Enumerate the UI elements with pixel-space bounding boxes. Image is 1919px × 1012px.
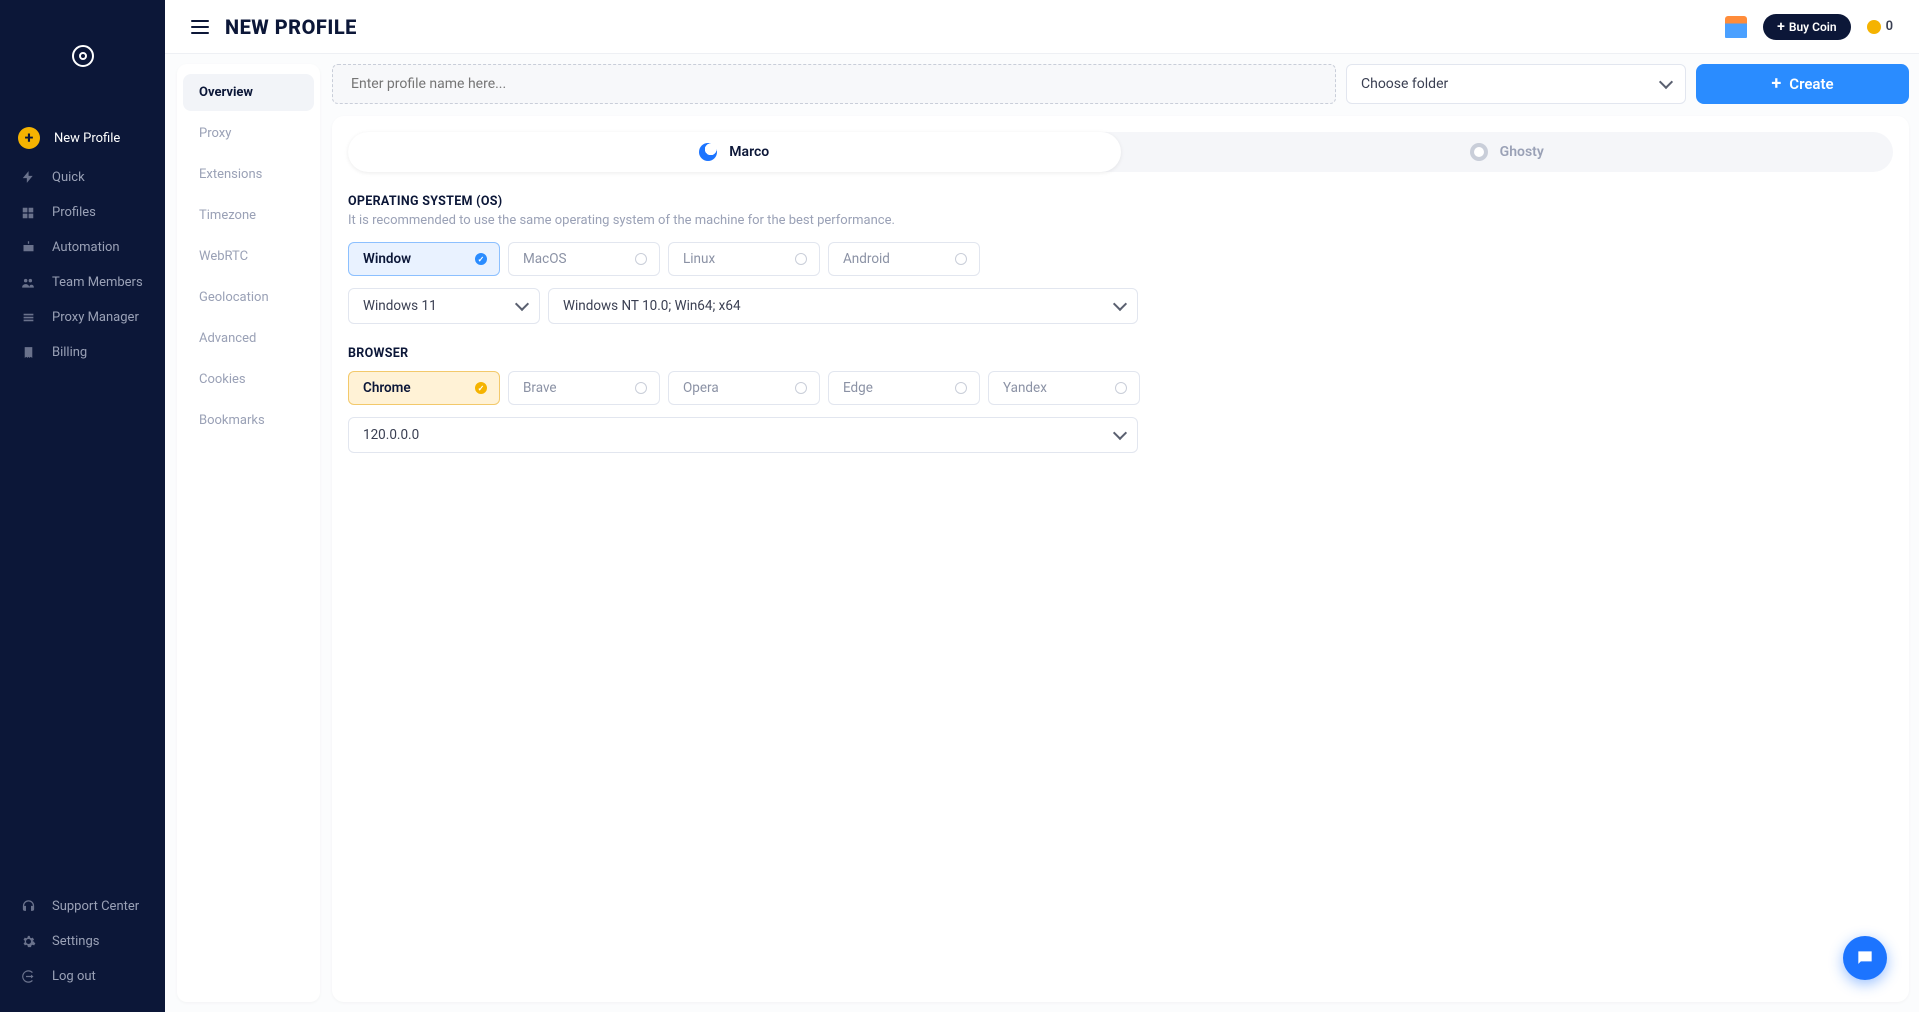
marco-icon	[699, 143, 717, 161]
nav-label: Team Members	[52, 275, 143, 290]
browser-section-title: BROWSER	[348, 346, 1893, 361]
shop-icon[interactable]	[1725, 16, 1747, 38]
core-tab-marco[interactable]: Marco	[348, 132, 1121, 172]
nav-quick[interactable]: Quick	[0, 159, 165, 195]
subnav-webrtc[interactable]: WebRTC	[183, 238, 314, 275]
browser-option-opera[interactable]: Opera	[668, 371, 820, 405]
nav-label: Log out	[52, 969, 96, 984]
browser-options: Chrome Brave Opera Edge Yandex	[348, 371, 1893, 405]
os-option-linux[interactable]: Linux	[668, 242, 820, 276]
subnav-cookies[interactable]: Cookies	[183, 361, 314, 398]
coin-count: 0	[1886, 19, 1893, 34]
create-button[interactable]: + Create	[1696, 64, 1909, 104]
chevron-down-icon	[1113, 426, 1127, 440]
os-version-value: Windows 11	[363, 298, 437, 314]
radio-icon	[635, 253, 647, 265]
nav-label: Billing	[52, 345, 87, 360]
browser-option-edge[interactable]: Edge	[828, 371, 980, 405]
chevron-down-icon	[1659, 75, 1673, 89]
nav-label: Support Center	[52, 899, 139, 914]
nav-new-profile[interactable]: + New Profile	[0, 117, 165, 159]
folder-select[interactable]: Choose folder	[1346, 64, 1686, 104]
user-agent-select[interactable]: Windows NT 10.0; Win64; x64	[548, 288, 1138, 324]
os-option-macos[interactable]: MacOS	[508, 242, 660, 276]
os-options: Window MacOS Linux Android	[348, 242, 1893, 276]
headset-icon	[18, 899, 38, 914]
plus-circle-icon: +	[18, 127, 40, 149]
create-button-label: Create	[1789, 75, 1833, 93]
radio-icon	[795, 253, 807, 265]
radio-icon	[955, 382, 967, 394]
core-tabs: Marco Ghosty	[348, 132, 1893, 172]
avatar[interactable]	[72, 45, 94, 67]
browser-option-brave[interactable]: Brave	[508, 371, 660, 405]
topbar: NEW PROFILE + Buy Coin 0	[165, 0, 1919, 54]
subnav-proxy[interactable]: Proxy	[183, 115, 314, 152]
nav-label: Settings	[52, 934, 99, 949]
bolt-icon	[18, 169, 38, 185]
chevron-down-icon	[515, 297, 529, 311]
core-tab-label: Marco	[729, 144, 769, 160]
os-option-android[interactable]: Android	[828, 242, 980, 276]
sidebar: + New Profile Quick Profiles Automation …	[0, 0, 165, 1012]
buy-coin-label: Buy Coin	[1789, 20, 1837, 34]
grid-icon	[18, 206, 38, 220]
receipt-icon	[18, 345, 38, 360]
radio-icon	[635, 382, 647, 394]
nav-proxy-manager[interactable]: Proxy Manager	[0, 300, 165, 335]
radio-selected-icon	[475, 253, 487, 265]
nav-label: New Profile	[54, 131, 120, 146]
os-section-hint: It is recommended to use the same operat…	[348, 213, 1893, 228]
nav-label: Profiles	[52, 205, 96, 220]
browser-version-value: 120.0.0.0	[363, 427, 419, 443]
subnav-advanced[interactable]: Advanced	[183, 320, 314, 357]
robot-icon	[18, 240, 38, 255]
subnav-timezone[interactable]: Timezone	[183, 197, 314, 234]
nav-label: Automation	[52, 240, 120, 255]
chevron-down-icon	[1113, 297, 1127, 311]
gear-icon	[18, 934, 38, 949]
os-version-select[interactable]: Windows 11	[348, 288, 540, 324]
nav-billing[interactable]: Billing	[0, 335, 165, 370]
coin-icon	[1867, 20, 1881, 34]
nav-label: Quick	[52, 170, 85, 185]
user-agent-value: Windows NT 10.0; Win64; x64	[563, 298, 741, 314]
logout-icon	[18, 969, 38, 984]
browser-version-select[interactable]: 120.0.0.0	[348, 417, 1138, 453]
list-icon	[18, 311, 38, 324]
os-option-window[interactable]: Window	[348, 242, 500, 276]
chat-fab[interactable]	[1843, 936, 1887, 980]
radio-icon	[1115, 382, 1127, 394]
page-title: NEW PROFILE	[225, 15, 357, 39]
core-tab-ghosty[interactable]: Ghosty	[1121, 132, 1894, 172]
browser-option-yandex[interactable]: Yandex	[988, 371, 1140, 405]
nav-support[interactable]: Support Center	[0, 889, 165, 924]
menu-toggle[interactable]	[191, 20, 209, 34]
os-section-title: OPERATING SYSTEM (OS)	[348, 194, 1893, 209]
nav-profiles[interactable]: Profiles	[0, 195, 165, 230]
radio-icon	[955, 253, 967, 265]
buy-coin-button[interactable]: + Buy Coin	[1763, 14, 1850, 40]
profile-subnav: Overview Proxy Extensions Timezone WebRT…	[177, 64, 320, 1002]
browser-option-chrome[interactable]: Chrome	[348, 371, 500, 405]
subnav-geolocation[interactable]: Geolocation	[183, 279, 314, 316]
core-tab-label: Ghosty	[1500, 144, 1544, 160]
radio-icon	[795, 382, 807, 394]
overview-panel: Marco Ghosty OPERATING SYSTEM (OS) It is…	[332, 116, 1909, 1002]
people-icon	[18, 276, 38, 290]
nav-team-members[interactable]: Team Members	[0, 265, 165, 300]
subnav-overview[interactable]: Overview	[183, 74, 314, 111]
subnav-bookmarks[interactable]: Bookmarks	[183, 402, 314, 439]
ghosty-icon	[1470, 143, 1488, 161]
nav-logout[interactable]: Log out	[0, 959, 165, 994]
folder-select-label: Choose folder	[1361, 76, 1448, 92]
subnav-extensions[interactable]: Extensions	[183, 156, 314, 193]
nav-settings[interactable]: Settings	[0, 924, 165, 959]
nav-label: Proxy Manager	[52, 310, 139, 325]
profile-name-input[interactable]	[332, 64, 1336, 104]
radio-selected-icon	[475, 382, 487, 394]
nav-automation[interactable]: Automation	[0, 230, 165, 265]
